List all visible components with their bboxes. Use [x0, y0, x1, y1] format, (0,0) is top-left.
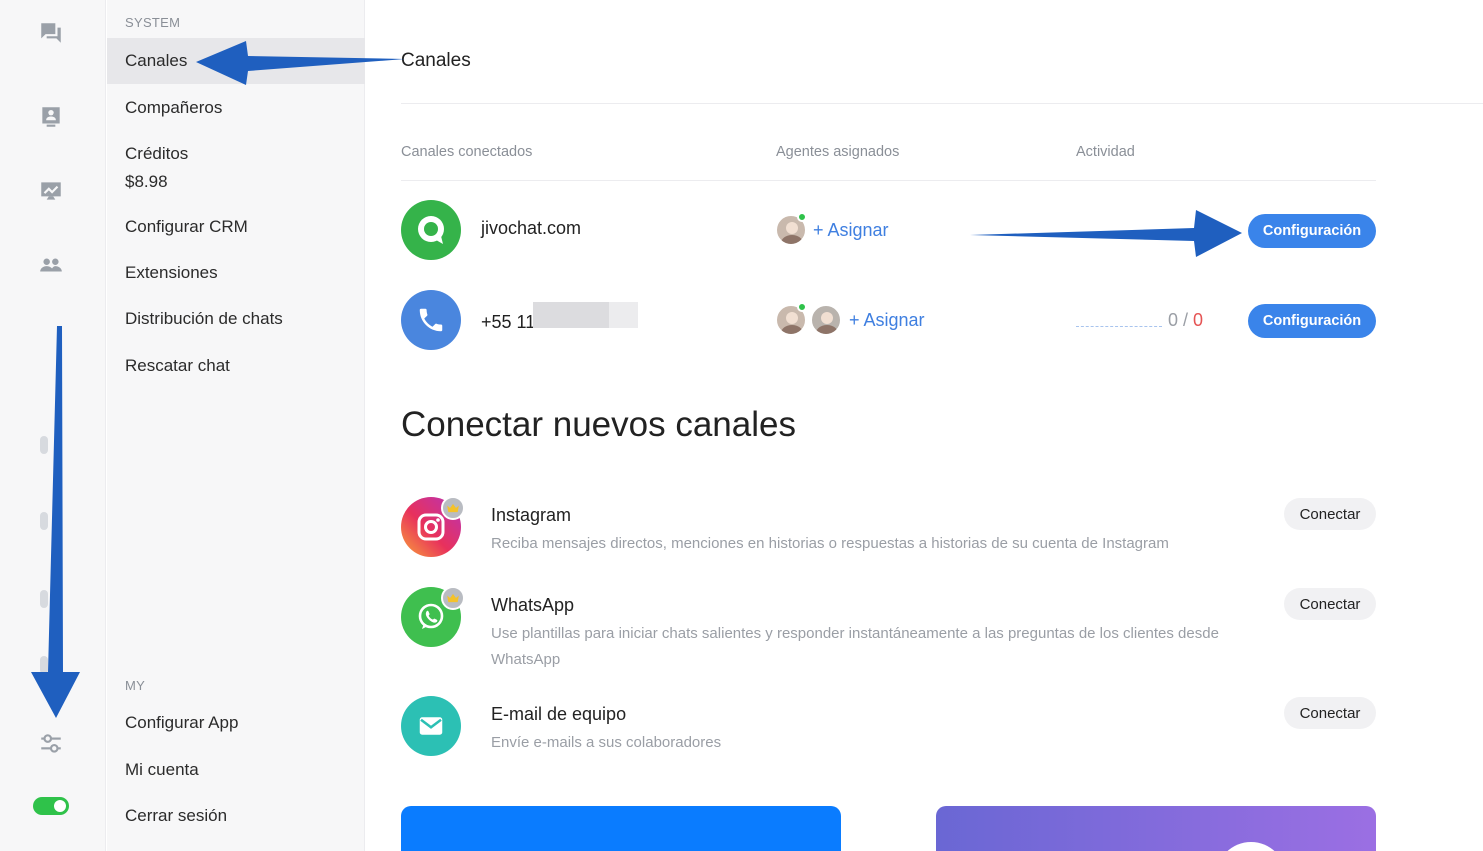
activity-placeholder: [1076, 317, 1162, 327]
settings-menu: SYSTEM Canales Compañeros Créditos $8.98…: [107, 0, 365, 851]
channel-title: Instagram: [491, 505, 572, 525]
main-content: Canales Canales conectados Agentes asign…: [401, 0, 1483, 851]
promo-banner[interactable]: [936, 806, 1376, 851]
divider: [401, 180, 1376, 181]
menu-item-mi-cuenta[interactable]: Mi cuenta: [107, 758, 365, 782]
phone-icon[interactable]: [40, 436, 54, 458]
new-channel-row: WhatsApp Use plantillas para iniciar cha…: [401, 586, 1376, 668]
section-title: Conectar nuevos canales: [401, 405, 796, 444]
new-channel-row: Instagram Reciba mensajes directos, menc…: [401, 496, 1376, 567]
channel-description: Envíe e-mails a sus colaboradores: [491, 734, 722, 751]
icon-rail: [0, 0, 106, 851]
assign-agent-link[interactable]: + Asignar: [813, 220, 889, 241]
premium-crown-icon: [441, 586, 465, 610]
menu-item-extensiones[interactable]: Extensiones: [107, 261, 365, 285]
menu-item-configurar-app[interactable]: Configurar App: [107, 711, 365, 735]
online-indicator: [797, 302, 807, 312]
online-indicator: [797, 212, 807, 222]
connect-button[interactable]: Conectar: [1284, 498, 1376, 530]
availability-toggle[interactable]: [33, 797, 69, 815]
channel-description: Reciba mensajes directos, menciones en h…: [491, 535, 1169, 552]
ratio-value: 0: [1193, 310, 1204, 330]
activity-placeholder: [1076, 227, 1162, 237]
menu-item-distribucion-chats[interactable]: Distribución de chats: [107, 307, 365, 331]
divider: [401, 103, 1483, 104]
assign-agent-link[interactable]: + Asignar: [849, 310, 925, 331]
menu-item-creditos[interactable]: Créditos $8.98: [107, 142, 365, 194]
configuration-button[interactable]: Configuración: [1248, 304, 1376, 338]
column-header-activity: Actividad: [1076, 144, 1135, 160]
integration-icon[interactable]: [40, 590, 54, 612]
contacts-icon[interactable]: [36, 102, 66, 132]
tag-icon[interactable]: [40, 512, 54, 534]
menu-item-configurar-crm[interactable]: Configurar CRM: [107, 215, 365, 239]
phone-icon: [401, 290, 461, 350]
reports-icon[interactable]: [36, 176, 66, 206]
channel-title: WhatsApp: [491, 595, 575, 615]
channel-title: E-mail de equipo: [491, 704, 627, 724]
email-icon: [401, 696, 461, 756]
menu-section-system: SYSTEM: [125, 15, 181, 30]
team-icon[interactable]: [36, 250, 66, 280]
column-header-agents: Agentes asignados: [776, 144, 900, 160]
apps-icon[interactable]: [40, 656, 54, 678]
channel-name: jivochat.com: [481, 218, 582, 238]
column-header-connected: Canales conectados: [401, 144, 533, 160]
activity-ratio: 0 / 0: [1168, 310, 1203, 331]
settings-sliders-icon[interactable]: [36, 729, 66, 759]
jivochat-logo-icon: [401, 200, 461, 260]
menu-item-companeros[interactable]: Compañeros: [107, 96, 365, 120]
credits-balance: $8.98: [125, 172, 168, 191]
connect-button[interactable]: Conectar: [1284, 697, 1376, 729]
menu-item-rescatar-chat[interactable]: Rescatar chat: [107, 354, 365, 378]
channel-phone-number: +55 11: [481, 312, 536, 332]
redacted-number: [533, 302, 551, 328]
channel-row: jivochat.com + Asignar Configuración: [401, 200, 1376, 262]
chats-icon[interactable]: [36, 18, 66, 48]
promo-banner[interactable]: [401, 806, 841, 851]
ratio-value: 0: [1168, 310, 1179, 330]
ratio-separator: /: [1178, 310, 1194, 330]
connect-button[interactable]: Conectar: [1284, 588, 1376, 620]
page-title: Canales: [401, 50, 471, 71]
agent-avatar: [810, 304, 842, 336]
menu-section-my: MY: [125, 678, 146, 693]
redacted-number: [551, 302, 609, 328]
channel-row: +55 11 + Asignar 0 / 0 Configuración: [401, 290, 1376, 352]
redacted-number: [609, 302, 638, 328]
menu-item-label: Créditos: [125, 144, 189, 163]
configuration-button[interactable]: Configuración: [1248, 214, 1376, 248]
menu-item-cerrar-sesion[interactable]: Cerrar sesión: [107, 804, 365, 828]
menu-item-canales[interactable]: Canales: [107, 38, 365, 84]
premium-crown-icon: [441, 496, 465, 520]
channel-description: Use plantillas para iniciar chats salien…: [491, 625, 1219, 668]
new-channel-row: E-mail de equipo Envíe e-mails a sus col…: [401, 696, 1376, 766]
